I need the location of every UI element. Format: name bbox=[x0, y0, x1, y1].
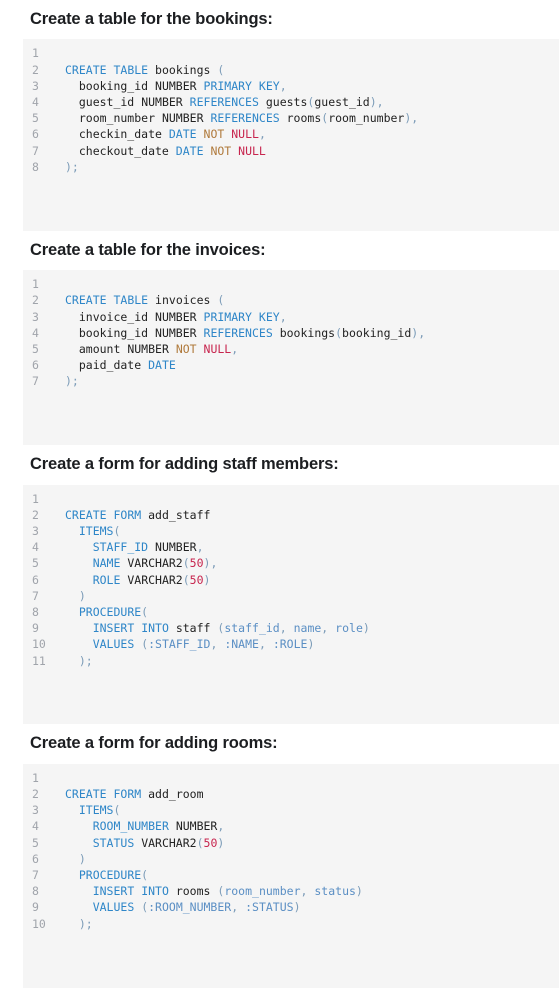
code-line: ); bbox=[78, 916, 93, 931]
code-line: checkout_date DATE NOT NULL bbox=[65, 143, 266, 158]
code-table: 1 2 3 4 5 6 7 8 9 10 CREATE FORM add_roo… bbox=[23, 770, 559, 981]
code-line: NAME VARCHAR2(50), bbox=[92, 556, 218, 571]
code-line: ) bbox=[78, 588, 86, 603]
line-number-gutter: 1 2 3 4 5 6 7 bbox=[23, 276, 62, 438]
code-line: room_number NUMBER REFERENCES rooms(room… bbox=[65, 111, 419, 126]
code-line: INSERT INTO rooms (room_number, status) bbox=[92, 884, 363, 899]
section-staff-form: Create a form for adding staff members: … bbox=[0, 445, 559, 725]
code-line: booking_id NUMBER REFERENCES bookings(bo… bbox=[65, 325, 426, 340]
code-line: CREATE TABLE bookings ( bbox=[65, 62, 225, 77]
line-number-gutter: 1 2 3 4 5 6 7 8 bbox=[23, 45, 62, 223]
line-numbers-4: 1 2 3 4 5 6 7 8 9 10 bbox=[32, 770, 46, 931]
section-invoices-table: Create a table for the invoices: 1 2 3 4… bbox=[0, 231, 559, 446]
code-table: 1 2 3 4 5 6 7 8 CREATE TABLE bookings ( … bbox=[23, 45, 559, 223]
code-line: ); bbox=[78, 653, 93, 668]
code-block-bookings[interactable]: 1 2 3 4 5 6 7 8 CREATE TABLE bookings ( … bbox=[23, 39, 559, 231]
code-line: INSERT INTO staff (staff_id, name, role) bbox=[92, 621, 370, 636]
section-bookings-table: Create a table for the bookings: 1 2 3 4… bbox=[0, 0, 559, 231]
page-title: Create a table for the bookings: bbox=[30, 10, 273, 28]
code-content[interactable]: CREATE TABLE bookings ( booking_id NUMBE… bbox=[62, 45, 559, 223]
code-line: invoice_id NUMBER PRIMARY KEY, bbox=[65, 309, 287, 324]
code-block-invoices[interactable]: 1 2 3 4 5 6 7 CREATE TABLE invoices ( in… bbox=[23, 270, 559, 446]
line-number-gutter: 1 2 3 4 5 6 7 8 9 10 11 bbox=[23, 491, 62, 718]
code-line: VALUES (:ROOM_NUMBER, :STATUS) bbox=[92, 900, 301, 915]
code-block-add-room[interactable]: 1 2 3 4 5 6 7 8 9 10 CREATE FORM add_roo… bbox=[23, 763, 559, 988]
code-line: ROOM_NUMBER NUMBER, bbox=[92, 819, 225, 834]
code-line: ); bbox=[65, 374, 79, 389]
code-line: VALUES (:STAFF_ID, :NAME, :ROLE) bbox=[92, 637, 315, 652]
code-line: amount NUMBER NOT NULL, bbox=[65, 341, 239, 356]
code-line: STAFF_ID NUMBER, bbox=[92, 540, 204, 555]
line-numbers-3: 1 2 3 4 5 6 7 8 9 10 11 bbox=[32, 491, 46, 668]
code-line: STATUS VARCHAR2(50) bbox=[92, 835, 225, 850]
code-line: ITEMS( bbox=[78, 523, 121, 538]
section-rooms-form: Create a form for adding rooms: 1 2 3 4 … bbox=[0, 724, 559, 988]
code-line: CREATE FORM add_staff bbox=[65, 507, 211, 522]
code-content[interactable]: CREATE TABLE invoices ( invoice_id NUMBE… bbox=[62, 276, 559, 438]
code-line: guest_id NUMBER REFERENCES guests(guest_… bbox=[65, 95, 384, 110]
code-line: CREATE TABLE invoices ( bbox=[65, 293, 225, 308]
code-line: PROCEDURE( bbox=[78, 868, 149, 883]
page-title: Create a table for the invoices: bbox=[30, 240, 266, 259]
code-content[interactable]: CREATE FORM add_staff ITEMS( STAFF_ID NU… bbox=[62, 491, 559, 718]
line-numbers-2: 1 2 3 4 5 6 7 bbox=[32, 277, 39, 389]
code-line: booking_id NUMBER PRIMARY KEY, bbox=[65, 78, 287, 93]
code-content[interactable]: CREATE FORM add_room ITEMS( ROOM_NUMBER … bbox=[62, 770, 559, 981]
page-title: Create a form for adding staff members: bbox=[30, 455, 339, 474]
page-title: Create a form for adding rooms: bbox=[30, 734, 278, 753]
code-line: checkin_date DATE NOT NULL, bbox=[65, 127, 266, 142]
code-line: CREATE FORM add_room bbox=[65, 787, 204, 802]
code-line: ROLE VARCHAR2(50) bbox=[92, 572, 211, 587]
code-line: ) bbox=[78, 851, 86, 866]
code-table: 1 2 3 4 5 6 7 CREATE TABLE invoices ( in… bbox=[23, 276, 559, 438]
document-body: Create a table for the bookings: 1 2 3 4… bbox=[0, 0, 559, 988]
line-number-gutter: 1 2 3 4 5 6 7 8 9 10 bbox=[23, 770, 62, 981]
code-table: 1 2 3 4 5 6 7 8 9 10 11 CREATE FORM add_… bbox=[23, 491, 559, 718]
code-line: paid_date DATE bbox=[65, 358, 176, 373]
code-line: PROCEDURE( bbox=[78, 605, 149, 619]
code-line: ); bbox=[65, 159, 79, 174]
line-numbers-1: 1 2 3 4 5 6 7 8 bbox=[32, 46, 39, 174]
code-block-add-staff[interactable]: 1 2 3 4 5 6 7 8 9 10 11 CREATE FORM add_… bbox=[23, 484, 559, 725]
code-line: ITEMS( bbox=[78, 803, 121, 818]
